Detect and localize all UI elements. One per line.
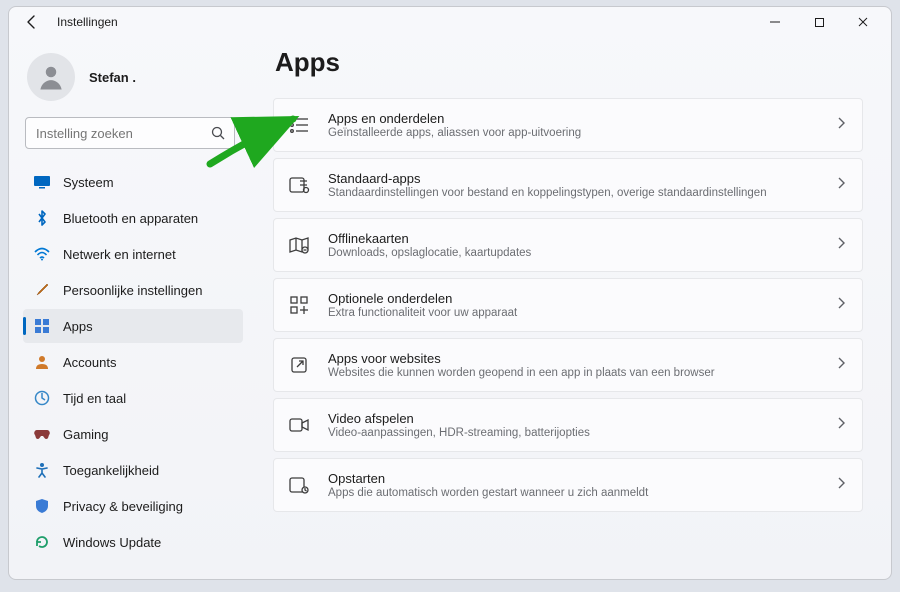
video-icon xyxy=(286,412,312,438)
card-title: Video afspelen xyxy=(328,411,820,426)
profile-block[interactable]: Stefan . xyxy=(23,45,243,115)
chevron-right-icon xyxy=(836,236,846,255)
card-title: Opstarten xyxy=(328,471,820,486)
card-video-playback[interactable]: Video afspelenVideo-aanpassingen, HDR-st… xyxy=(273,398,863,452)
search-box[interactable] xyxy=(25,117,235,149)
person-icon xyxy=(33,353,51,371)
open-external-icon xyxy=(286,352,312,378)
avatar xyxy=(27,53,75,101)
card-desc: Downloads, opslaglocatie, kaartupdates xyxy=(328,247,820,259)
card-default-apps[interactable]: Standaard-appsStandaardinstellingen voor… xyxy=(273,158,863,212)
card-desc: Websites die kunnen worden geopend in ee… xyxy=(328,367,820,379)
nav-label: Windows Update xyxy=(63,535,161,550)
content-area: Apps Apps en onderdelenGeïnstalleerde ap… xyxy=(251,37,891,579)
card-title: Offlinekaarten xyxy=(328,231,820,246)
clock-globe-icon xyxy=(33,389,51,407)
card-desc: Geïnstalleerde apps, aliassen voor app-u… xyxy=(328,127,820,139)
card-title: Optionele onderdelen xyxy=(328,291,820,306)
card-title: Standaard-apps xyxy=(328,171,820,186)
nav-label: Systeem xyxy=(63,175,114,190)
window-title: Instellingen xyxy=(57,15,118,29)
map-icon xyxy=(286,232,312,258)
sidebar: Stefan . Systeem Bluetooth en apparat xyxy=(9,37,251,579)
wifi-icon xyxy=(33,245,51,263)
nav-label: Privacy & beveiliging xyxy=(63,499,183,514)
nav-gaming[interactable]: Gaming xyxy=(23,417,243,451)
chevron-right-icon xyxy=(836,176,846,195)
grid-plus-icon xyxy=(286,292,312,318)
nav-accessibility[interactable]: Toegankelijkheid xyxy=(23,453,243,487)
accessibility-icon xyxy=(33,461,51,479)
card-title: Apps voor websites xyxy=(328,351,820,366)
back-button[interactable] xyxy=(21,11,43,33)
shield-icon xyxy=(33,497,51,515)
nav-label: Gaming xyxy=(63,427,109,442)
update-icon xyxy=(33,533,51,551)
monitor-icon xyxy=(33,173,51,191)
nav-label: Accounts xyxy=(63,355,116,370)
brush-icon xyxy=(33,281,51,299)
startup-icon xyxy=(286,472,312,498)
nav-label: Netwerk en internet xyxy=(63,247,176,262)
nav-windows-update[interactable]: Windows Update xyxy=(23,525,243,559)
maximize-button[interactable] xyxy=(797,7,841,37)
search-input[interactable] xyxy=(36,126,204,141)
minimize-button[interactable] xyxy=(753,7,797,37)
settings-window: Instellingen Stefan . xyxy=(8,6,892,580)
nav-system[interactable]: Systeem xyxy=(23,165,243,199)
settings-list: Apps en onderdelenGeïnstalleerde apps, a… xyxy=(273,98,863,512)
chevron-right-icon xyxy=(836,116,846,135)
card-apps-features[interactable]: Apps en onderdelenGeïnstalleerde apps, a… xyxy=(273,98,863,152)
default-apps-icon xyxy=(286,172,312,198)
title-bar: Instellingen xyxy=(9,7,891,37)
nav-accounts[interactable]: Accounts xyxy=(23,345,243,379)
chevron-right-icon xyxy=(836,356,846,375)
card-title: Apps en onderdelen xyxy=(328,111,820,126)
close-button[interactable] xyxy=(841,7,885,37)
card-offline-maps[interactable]: OfflinekaartenDownloads, opslaglocatie, … xyxy=(273,218,863,272)
chevron-right-icon xyxy=(836,416,846,435)
nav-label: Toegankelijkheid xyxy=(63,463,159,478)
card-optional-features[interactable]: Optionele onderdelenExtra functionalitei… xyxy=(273,278,863,332)
nav-label: Bluetooth en apparaten xyxy=(63,211,198,226)
nav-time[interactable]: Tijd en taal xyxy=(23,381,243,415)
chevron-right-icon xyxy=(836,296,846,315)
nav-label: Persoonlijke instellingen xyxy=(63,283,202,298)
window-controls xyxy=(753,7,885,37)
card-desc: Extra functionaliteit voor uw apparaat xyxy=(328,307,820,319)
card-desc: Standaardinstellingen voor bestand en ko… xyxy=(328,187,820,199)
search-icon xyxy=(210,125,226,146)
page-title: Apps xyxy=(273,41,863,98)
nav-network[interactable]: Netwerk en internet xyxy=(23,237,243,271)
card-startup[interactable]: OpstartenApps die automatisch worden ges… xyxy=(273,458,863,512)
card-desc: Video-aanpassingen, HDR-streaming, batte… xyxy=(328,427,820,439)
card-desc: Apps die automatisch worden gestart wann… xyxy=(328,487,820,499)
list-icon xyxy=(286,112,312,138)
chevron-right-icon xyxy=(836,476,846,495)
nav-personalization[interactable]: Persoonlijke instellingen xyxy=(23,273,243,307)
nav-label: Apps xyxy=(63,319,93,334)
gamepad-icon xyxy=(33,425,51,443)
nav-apps[interactable]: Apps xyxy=(23,309,243,343)
nav-bluetooth[interactable]: Bluetooth en apparaten xyxy=(23,201,243,235)
user-name: Stefan . xyxy=(89,70,136,85)
card-apps-websites[interactable]: Apps voor websitesWebsites die kunnen wo… xyxy=(273,338,863,392)
nav-list: Systeem Bluetooth en apparaten Netwerk e… xyxy=(23,165,243,559)
bluetooth-icon xyxy=(33,209,51,227)
nav-privacy[interactable]: Privacy & beveiliging xyxy=(23,489,243,523)
apps-icon xyxy=(33,317,51,335)
nav-label: Tijd en taal xyxy=(63,391,126,406)
